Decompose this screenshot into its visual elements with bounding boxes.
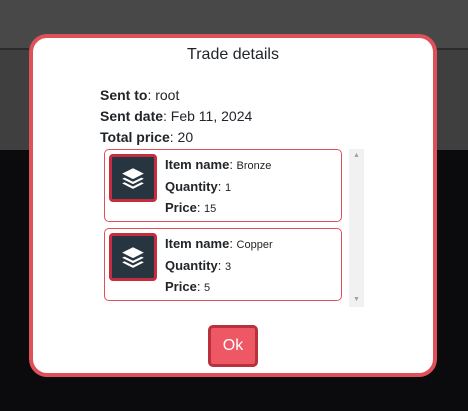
item-name-value: Copper <box>236 239 273 251</box>
sent-to-row: Sent to: root <box>100 87 180 103</box>
trade-details-modal: Trade details Sent to: root Sent date: F… <box>29 34 437 377</box>
sent-date-value: Feb 11, 2024 <box>170 108 253 124</box>
trade-items-list[interactable]: Item name: Bronze Quantity: 1 Price: 15 … <box>104 149 364 307</box>
trade-item-card: Item name: Copper Quantity: 3 Price: 5 <box>104 228 342 301</box>
item-name-label: Item name <box>165 157 230 172</box>
layers-icon <box>109 233 157 281</box>
item-quantity-row: Quantity: 1 <box>165 179 232 194</box>
layers-icon <box>109 154 157 202</box>
item-price-row: Price: 5 <box>165 279 211 294</box>
ok-button[interactable]: Ok <box>208 325 258 367</box>
item-quantity-label: Quantity <box>165 258 218 273</box>
item-name-value: Bronze <box>236 160 272 172</box>
item-price-label: Price <box>165 279 197 294</box>
sent-to-value: root <box>155 87 180 103</box>
item-name-row: Item name: Copper <box>165 236 273 251</box>
item-quantity-value: 3 <box>224 261 232 273</box>
item-price-label: Price <box>165 200 197 215</box>
sent-to-label: Sent to <box>100 87 148 103</box>
scroll-up-arrow-icon[interactable]: ▲ <box>349 151 364 161</box>
modal-title: Trade details <box>187 46 279 63</box>
item-quantity-value: 1 <box>224 182 232 194</box>
total-price-value: 20 <box>177 129 194 145</box>
item-price-value: 15 <box>204 203 217 215</box>
item-name-label: Item name <box>165 236 230 251</box>
list-scrollbar[interactable]: ▲ ▼ <box>349 149 364 307</box>
sent-date-label: Sent date <box>100 108 164 124</box>
item-price-row: Price: 15 <box>165 200 217 215</box>
sent-date-row: Sent date: Feb 11, 2024 <box>100 108 253 124</box>
total-price-label: Total price <box>100 129 170 145</box>
trade-item-card: Item name: Bronze Quantity: 1 Price: 15 <box>104 149 342 222</box>
total-price-row: Total price: 20 <box>100 129 194 145</box>
item-quantity-label: Quantity <box>165 179 218 194</box>
scroll-down-arrow-icon[interactable]: ▼ <box>349 295 364 305</box>
item-price-value: 5 <box>204 282 211 294</box>
item-quantity-row: Quantity: 3 <box>165 258 232 273</box>
item-name-row: Item name: Bronze <box>165 157 272 172</box>
